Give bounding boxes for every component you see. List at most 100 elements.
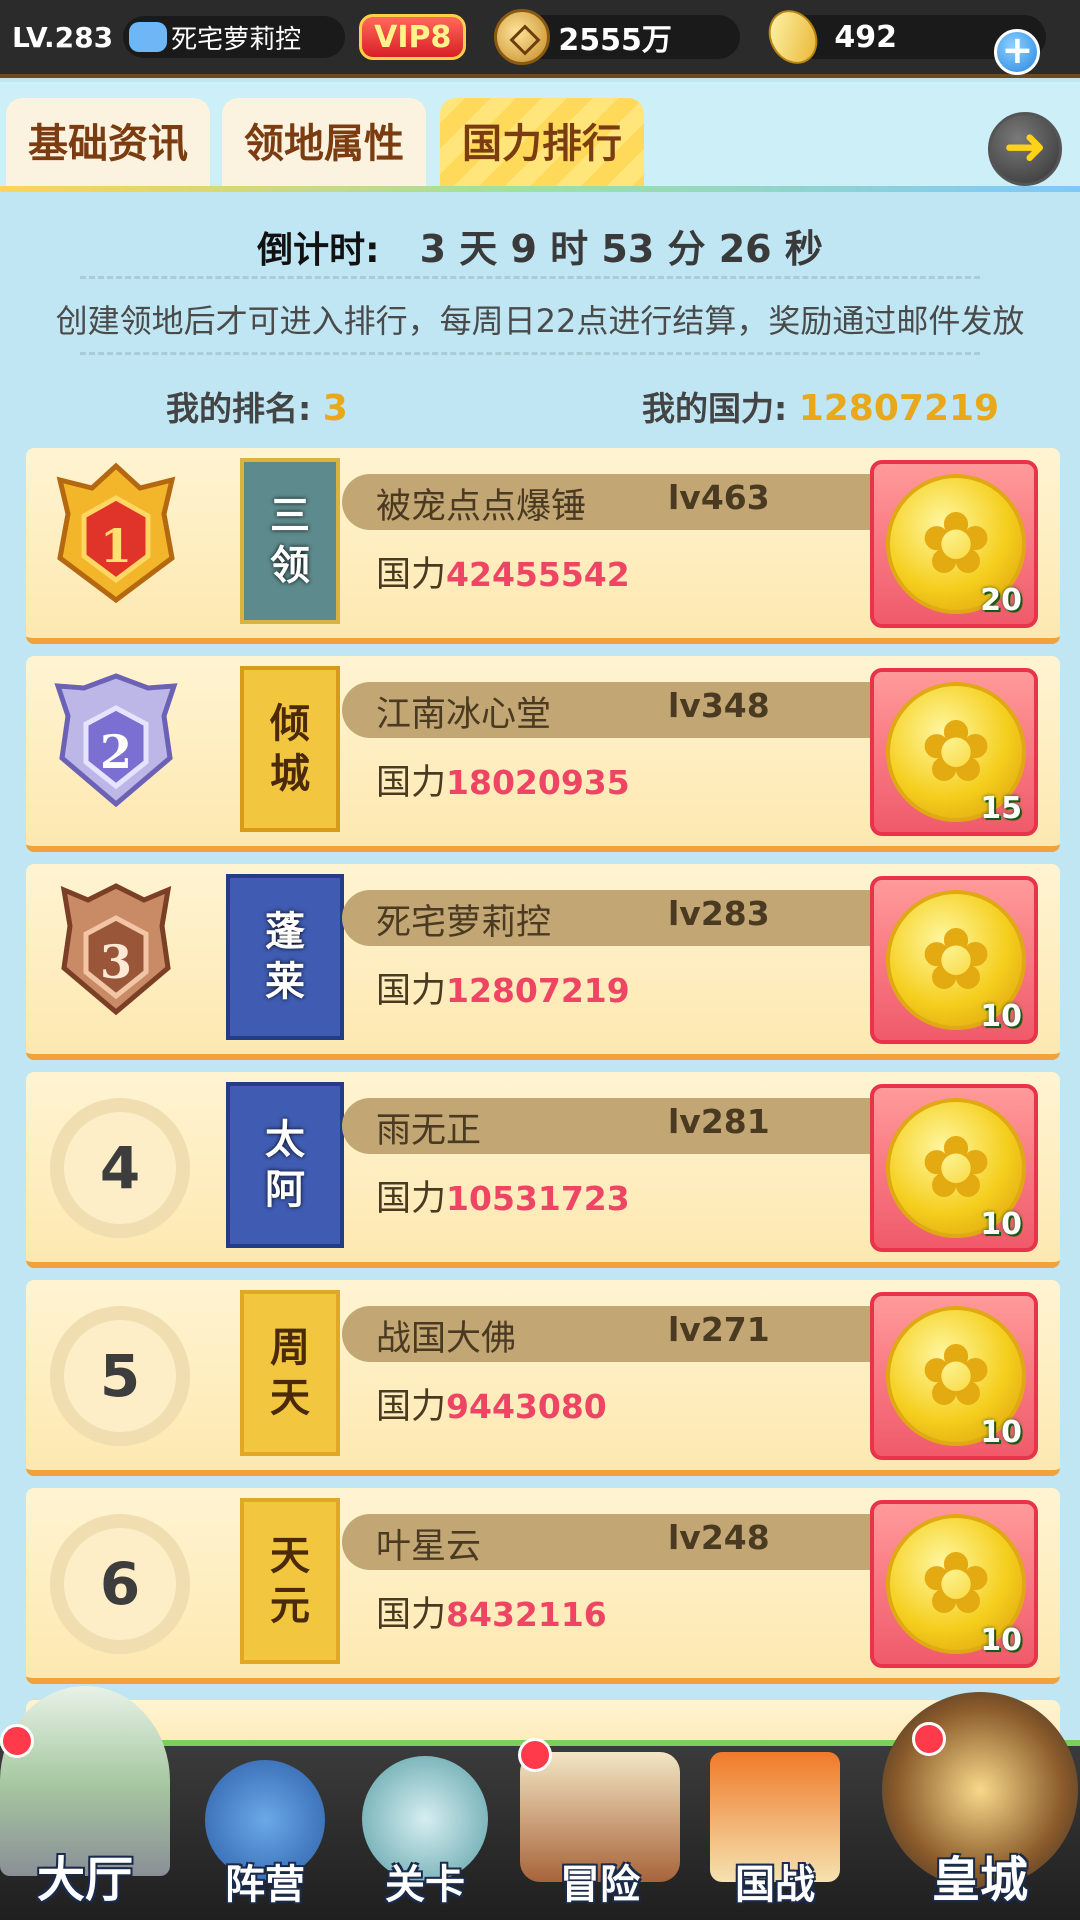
coin-amount: 2555万 <box>558 23 672 58</box>
divider <box>80 352 980 355</box>
banner-char: 周 <box>270 1325 310 1371</box>
back-button[interactable]: ➜ <box>988 112 1062 186</box>
player-name: 被宠点点爆锤 <box>376 487 587 527</box>
reward-box[interactable]: 10 <box>870 876 1038 1044</box>
player-level: lv271 <box>668 1310 770 1349</box>
power-value: 8432116 <box>446 1595 607 1634</box>
my-rank-value: 3 <box>322 388 348 429</box>
ranking-row[interactable]: 5 周 天 战国大佛 lv271 国力9443080 10 <box>26 1280 1060 1476</box>
player-level: LV.283 <box>12 20 114 54</box>
nav-label: 冒险 <box>560 1862 640 1908</box>
power-value: 10531723 <box>446 1179 630 1218</box>
banner-char: 蓬 <box>265 909 305 955</box>
ranking-row[interactable]: 6 天 元 叶星云 lv248 国力8432116 10 <box>26 1488 1060 1684</box>
player-name: 江南冰心堂 <box>376 695 552 735</box>
add-gold-button[interactable]: + <box>994 29 1041 75</box>
guild-banner: 太 阿 <box>226 1082 344 1248</box>
banner-char: 城 <box>270 751 310 797</box>
power-label: 国力 <box>376 763 447 803</box>
nav-national-war[interactable]: 国战 <box>700 1746 850 1920</box>
nav-label: 皇城 <box>931 1852 1028 1908</box>
reward-count: 10 <box>980 1623 1022 1658</box>
tab-territory-attributes[interactable]: 领地属性 <box>222 98 426 190</box>
avatar-bar <box>129 22 168 52</box>
copper-coin-icon <box>494 9 551 65</box>
ranking-row[interactable]: 3 蓬 莱 死宅萝莉控 lv283 国力12807219 10 <box>26 864 1060 1060</box>
banner-char: 莱 <box>265 959 305 1005</box>
player-level: lv283 <box>668 894 770 933</box>
guild-banner: 蓬 莱 <box>226 874 344 1040</box>
banner-char: 倾 <box>270 701 310 747</box>
tab-basic-info[interactable]: 基础资讯 <box>6 98 210 190</box>
countdown: 倒计时: 3 天 9 时 53 分 26 秒 <box>0 218 1080 273</box>
banner-char: 天 <box>270 1375 310 1421</box>
notification-dot <box>0 1724 34 1758</box>
notification-dot <box>518 1738 552 1772</box>
rank-number: 4 <box>50 1098 190 1238</box>
player-name-pill[interactable]: 死宅萝莉控 <box>123 16 346 58</box>
player-level: lv463 <box>668 478 770 517</box>
medal-rank-text: 2 <box>100 725 132 779</box>
gold-amount: 492 <box>834 19 898 55</box>
player-power: 国力42455542 <box>376 546 630 597</box>
power-label: 国力 <box>376 971 447 1011</box>
nav-label: 阵营 <box>225 1862 305 1908</box>
reward-box[interactable]: 15 <box>870 668 1038 836</box>
power-value: 9443080 <box>446 1387 607 1426</box>
guild-banner: 三 领 <box>240 458 340 624</box>
my-rank-label: 我的排名: <box>166 389 312 428</box>
gold-medal-icon: 1 <box>56 462 176 604</box>
reward-box[interactable]: 10 <box>870 1500 1038 1668</box>
tab-power-ranking[interactable]: 国力排行 <box>440 98 644 190</box>
medal-rank-text: 1 <box>100 519 132 573</box>
banner-char: 阿 <box>265 1167 305 1213</box>
reward-count: 10 <box>980 1415 1022 1450</box>
nav-label: 关卡 <box>385 1862 465 1908</box>
gold-counter: 492 + <box>759 1 1047 75</box>
countdown-value: 3 天 9 时 53 分 26 秒 <box>419 227 823 271</box>
guild-banner: 倾 城 <box>240 666 340 832</box>
player-name: 叶星云 <box>376 1527 482 1567</box>
bronze-medal-icon: 3 <box>60 883 172 1016</box>
ranking-row[interactable]: 2 倾 城 江南冰心堂 lv348 国力18020935 15 <box>26 656 1060 852</box>
nav-imperial-city[interactable]: 皇城 <box>880 1692 1080 1920</box>
reward-count: 20 <box>980 583 1022 618</box>
tab-underline <box>0 186 1080 192</box>
player-level: lv281 <box>668 1102 770 1141</box>
power-label: 国力 <box>376 1595 447 1635</box>
my-power: 我的国力: 12807219 <box>642 382 999 430</box>
player-power: 国力10531723 <box>376 1170 630 1221</box>
banner-char: 元 <box>270 1583 310 1629</box>
guild-banner: 天 元 <box>240 1498 340 1664</box>
nav-hall[interactable]: 大厅 <box>0 1686 170 1920</box>
player-name: 死宅萝莉控 <box>376 903 552 943</box>
nav-camp[interactable]: 阵营 <box>190 1746 340 1920</box>
player-level: lv248 <box>668 1518 770 1557</box>
player-power: 国力8432116 <box>376 1586 607 1637</box>
player-power: 国力9443080 <box>376 1378 607 1429</box>
my-power-label: 我的国力: <box>642 389 788 428</box>
reward-box[interactable]: 20 <box>870 460 1038 628</box>
vip-badge[interactable]: VIP8 <box>359 14 467 60</box>
nav-stage[interactable]: 关卡 <box>350 1746 500 1920</box>
banner-char: 太 <box>265 1117 305 1163</box>
power-value: 18020935 <box>446 763 630 802</box>
ranking-row[interactable]: 4 太 阿 雨无正 lv281 国力10531723 10 <box>26 1072 1060 1268</box>
rank-number: 5 <box>50 1306 190 1446</box>
ranking-row[interactable]: 1 三 领 被宠点点爆锤 lv463 国力42455542 20 <box>26 448 1060 644</box>
player-power: 国力12807219 <box>376 962 630 1013</box>
silver-medal-icon: 2 <box>54 673 178 808</box>
guild-banner: 周 天 <box>240 1290 340 1456</box>
my-rank: 我的排名: 3 <box>166 382 348 430</box>
my-power-value: 12807219 <box>798 388 1000 429</box>
reward-box[interactable]: 10 <box>870 1084 1038 1252</box>
medal-rank-text: 3 <box>100 935 132 989</box>
gold-ingot-icon <box>759 1 828 73</box>
power-label: 国力 <box>376 1387 447 1427</box>
reward-box[interactable]: 10 <box>870 1292 1038 1460</box>
ranking-notice: 创建领地后才可进入排行，每周日22点进行结算，奖励通过邮件发放 <box>55 302 1025 340</box>
arrow-left-icon: ➜ <box>1003 117 1047 177</box>
power-label: 国力 <box>376 555 447 595</box>
nav-adventure[interactable]: 冒险 <box>510 1738 690 1920</box>
nav-label: 大厅 <box>36 1852 133 1908</box>
